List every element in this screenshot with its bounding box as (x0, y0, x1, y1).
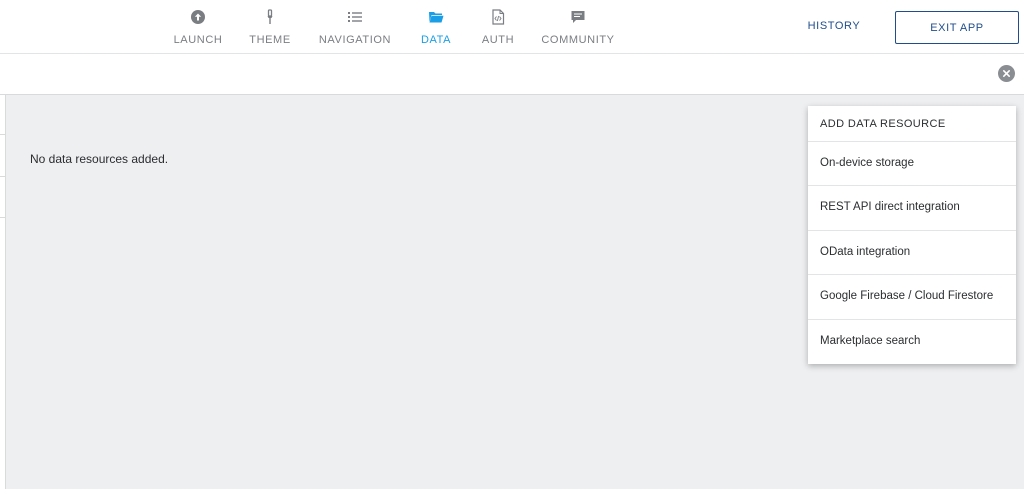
folder-icon (427, 8, 445, 26)
tab-auth[interactable]: AUTH (481, 8, 515, 48)
tab-launch[interactable]: LAUNCH (173, 8, 223, 48)
editor-toolbar (0, 54, 1024, 95)
tab-launch-label: LAUNCH (173, 34, 223, 46)
menu-item-marketplace-search[interactable]: Marketplace search (808, 320, 1016, 364)
menu-item-firebase[interactable]: Google Firebase / Cloud Firestore (808, 275, 1016, 320)
history-link[interactable]: HISTORY (804, 20, 864, 32)
exit-app-button[interactable]: EXIT APP (895, 11, 1019, 44)
top-navigation-bar: LAUNCH THEME NAVIGATION DATA AUTH COMMUN… (0, 0, 1024, 54)
tab-community[interactable]: COMMUNITY (541, 8, 615, 48)
tab-auth-label: AUTH (481, 34, 515, 46)
menu-item-on-device-storage[interactable]: On-device storage (808, 142, 1016, 187)
tab-data[interactable]: DATA (420, 8, 452, 48)
menu-title: ADD DATA RESOURCE (808, 106, 1016, 142)
tab-navigation[interactable]: NAVIGATION (318, 8, 392, 48)
menu-item-odata[interactable]: OData integration (808, 231, 1016, 276)
tab-navigation-label: NAVIGATION (318, 34, 392, 46)
close-panel-button[interactable] (998, 65, 1015, 82)
menu-item-rest-api[interactable]: REST API direct integration (808, 186, 1016, 231)
rail-divider (0, 176, 6, 177)
empty-state-message: No data resources added. (30, 152, 169, 166)
code-file-icon (489, 8, 507, 26)
list-icon (346, 8, 364, 26)
rail-divider (0, 217, 6, 218)
left-side-rail (0, 95, 6, 489)
rail-divider (0, 134, 6, 135)
arrow-up-circle-icon (189, 8, 207, 26)
close-icon (1002, 69, 1011, 78)
add-data-resource-menu: ADD DATA RESOURCE On-device storage REST… (808, 106, 1016, 364)
tab-community-label: COMMUNITY (541, 34, 615, 46)
brush-icon (261, 8, 279, 26)
tab-data-label: DATA (420, 34, 452, 46)
chat-icon (569, 8, 587, 26)
tab-theme[interactable]: THEME (249, 8, 291, 48)
tab-theme-label: THEME (249, 34, 291, 46)
